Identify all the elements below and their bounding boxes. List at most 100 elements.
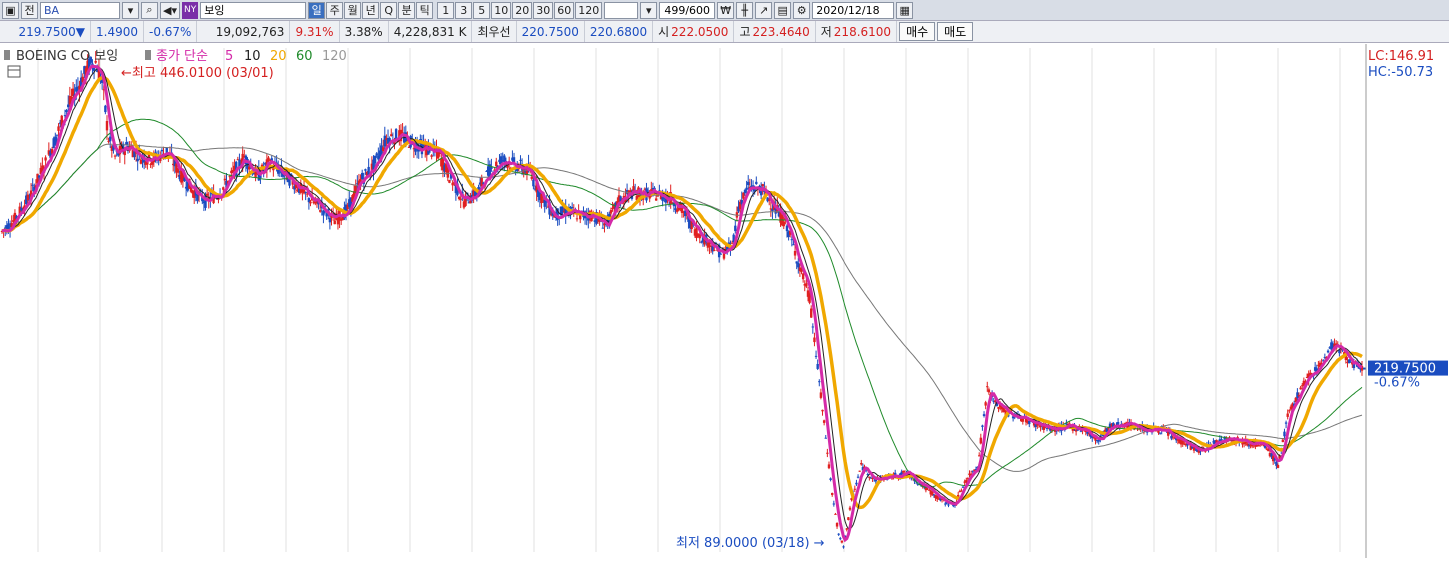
candle-body xyxy=(532,179,535,187)
candle-body xyxy=(827,464,831,469)
period-button[interactable]: 년 xyxy=(362,1,380,19)
last-change-text: -0.67% xyxy=(1374,376,1420,391)
candle-body xyxy=(1288,410,1291,412)
candle-body xyxy=(818,381,821,383)
minute-button[interactable]: 3 xyxy=(455,1,473,19)
candle-body xyxy=(1158,432,1162,434)
candle-body xyxy=(847,517,850,521)
won-icon[interactable]: ₩ xyxy=(717,1,735,19)
custom-period-field[interactable] xyxy=(604,1,639,19)
minute-button[interactable]: 120 xyxy=(575,1,603,19)
candle-body xyxy=(805,283,808,287)
candle-body xyxy=(109,136,112,142)
candle-body xyxy=(719,253,722,255)
candle-body xyxy=(832,503,836,505)
period-button[interactable]: 틱 xyxy=(416,1,434,19)
line-tool-icon[interactable]: ↗ xyxy=(755,1,773,19)
candle-body xyxy=(267,157,270,162)
low-price: 218.6100 xyxy=(833,21,898,42)
candle-body xyxy=(31,184,34,186)
minute-button[interactable]: 1 xyxy=(437,1,455,19)
current-price: 219.7500▼ xyxy=(0,21,91,42)
candle-body xyxy=(848,507,852,510)
date-field[interactable]: 2020/12/18 xyxy=(812,1,895,19)
candle-body xyxy=(814,355,818,357)
candle-body xyxy=(160,149,164,152)
dropdown-icon[interactable]: ▾ xyxy=(122,1,139,19)
calendar-icon[interactable]: ▦ xyxy=(896,1,914,19)
candle-body xyxy=(695,228,698,239)
sell-button[interactable]: 매도 xyxy=(937,22,974,41)
candle-body xyxy=(829,478,832,481)
candle-body xyxy=(1299,387,1302,390)
candle-body xyxy=(755,181,758,185)
price-chart[interactable]: 100,0000125,0000150,0000175,0000200,0000… xyxy=(0,44,1449,558)
candle-body xyxy=(1301,385,1304,387)
candle-body xyxy=(845,528,848,530)
prev-button[interactable]: 전 xyxy=(21,1,38,19)
candle-body xyxy=(67,104,70,108)
count-dropdown-icon[interactable]: ▾ xyxy=(640,1,658,19)
period-button[interactable]: 주 xyxy=(326,1,344,19)
minute-button[interactable]: 10 xyxy=(491,1,512,19)
candle-body xyxy=(459,198,462,200)
period-button[interactable]: Q xyxy=(380,1,398,19)
candle-body xyxy=(1247,445,1251,447)
candle-body xyxy=(495,161,498,167)
minute-button[interactable]: 60 xyxy=(554,1,575,19)
chart-svg[interactable]: 100,0000125,0000150,0000175,0000200,0000… xyxy=(0,44,1449,558)
gear-icon[interactable]: ⚙ xyxy=(793,1,811,19)
candle-body xyxy=(570,207,574,209)
open-price: 222.0500 xyxy=(670,21,735,42)
search-icon[interactable]: ⌕ xyxy=(141,1,158,19)
candle-body xyxy=(1284,422,1288,424)
candle-body xyxy=(247,166,251,170)
candle-body xyxy=(902,470,905,473)
candle-body xyxy=(979,437,983,444)
high-label: 고 xyxy=(739,25,751,39)
candle-body xyxy=(1276,464,1280,468)
candle-body xyxy=(654,198,658,201)
candle-body xyxy=(390,134,393,136)
minute-button[interactable]: 20 xyxy=(512,1,533,19)
period-button[interactable]: 일 xyxy=(308,1,326,19)
minute-button[interactable]: 30 xyxy=(533,1,554,19)
candle-body xyxy=(997,407,1000,409)
candle-body xyxy=(381,147,385,152)
candle-type-icon[interactable]: ╫ xyxy=(736,1,754,19)
candle-body xyxy=(65,110,68,112)
window-icon[interactable]: ▣ xyxy=(2,1,19,19)
candle-body xyxy=(139,159,143,164)
candle-body xyxy=(790,239,794,241)
candle-body xyxy=(840,540,844,543)
sound-icon[interactable]: ◀▾ xyxy=(160,1,180,19)
period-button[interactable]: 월 xyxy=(344,1,362,19)
candle-body xyxy=(430,155,433,157)
volume-percent-2: 3.38% xyxy=(340,21,389,42)
candle-body xyxy=(984,402,987,406)
high-price: 223.4640 xyxy=(751,21,816,42)
save-icon[interactable]: ▤ xyxy=(774,1,792,19)
candle-body xyxy=(1246,443,1249,446)
candle-body xyxy=(981,425,984,427)
candle-body xyxy=(304,191,307,193)
candle-body xyxy=(373,155,377,164)
legend-ma20: 20 xyxy=(270,49,287,64)
candle-body xyxy=(136,158,139,162)
buy-button[interactable]: 매수 xyxy=(899,22,936,41)
minute-button[interactable]: 5 xyxy=(473,1,491,19)
candle-body xyxy=(1281,439,1285,443)
candle-body xyxy=(826,452,829,454)
minute-buttons: 1 3 5 10 20 30 60 120 xyxy=(437,1,603,19)
period-button[interactable]: 분 xyxy=(398,1,416,19)
candle-body xyxy=(819,392,823,398)
candle-body xyxy=(810,308,813,318)
trade-amount: 4,228,831 K xyxy=(389,21,473,42)
candle-body xyxy=(646,190,650,192)
candle-body xyxy=(801,273,805,280)
bar-count-field[interactable]: 499/600 xyxy=(659,1,716,19)
best-bid-1: 220.7500 xyxy=(517,21,585,42)
symbol-code-input[interactable]: BA xyxy=(40,1,120,19)
chart-background xyxy=(0,44,1449,558)
candle-body xyxy=(601,227,605,229)
